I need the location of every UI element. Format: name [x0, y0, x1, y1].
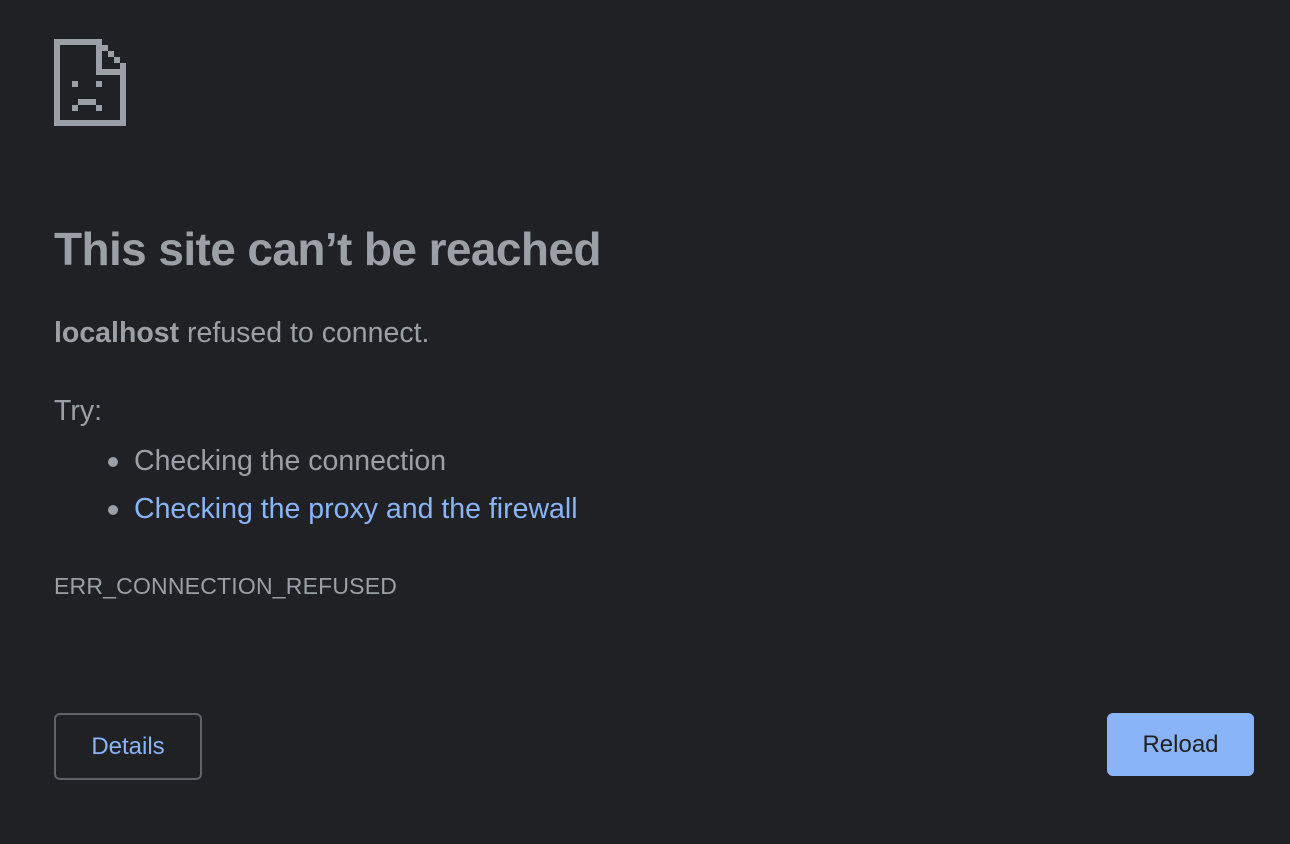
suggestion-item: Checking the proxy and the firewall	[54, 487, 578, 535]
reload-button[interactable]: Reload	[1107, 713, 1254, 776]
suggestion-check-connection: Checking the connection	[134, 445, 447, 477]
suggestion-proxy-firewall-link[interactable]: Checking the proxy and the firewall	[134, 493, 578, 525]
page-title: This site can’t be reached	[54, 223, 601, 275]
host-name: localhost	[54, 317, 180, 349]
details-button[interactable]: Details	[54, 713, 202, 780]
bullet-icon	[108, 505, 118, 515]
suggestions-list: Checking the connection Checking the pro…	[54, 439, 578, 535]
try-label: Try:	[54, 395, 103, 427]
bullet-icon	[108, 457, 118, 467]
error-code: ERR_CONNECTION_REFUSED	[54, 573, 398, 599]
error-summary-text: refused to connect.	[179, 317, 430, 349]
sad-page-icon	[54, 39, 126, 126]
suggestion-item: Checking the connection	[54, 439, 578, 487]
error-summary: localhost refused to connect.	[54, 317, 429, 350]
